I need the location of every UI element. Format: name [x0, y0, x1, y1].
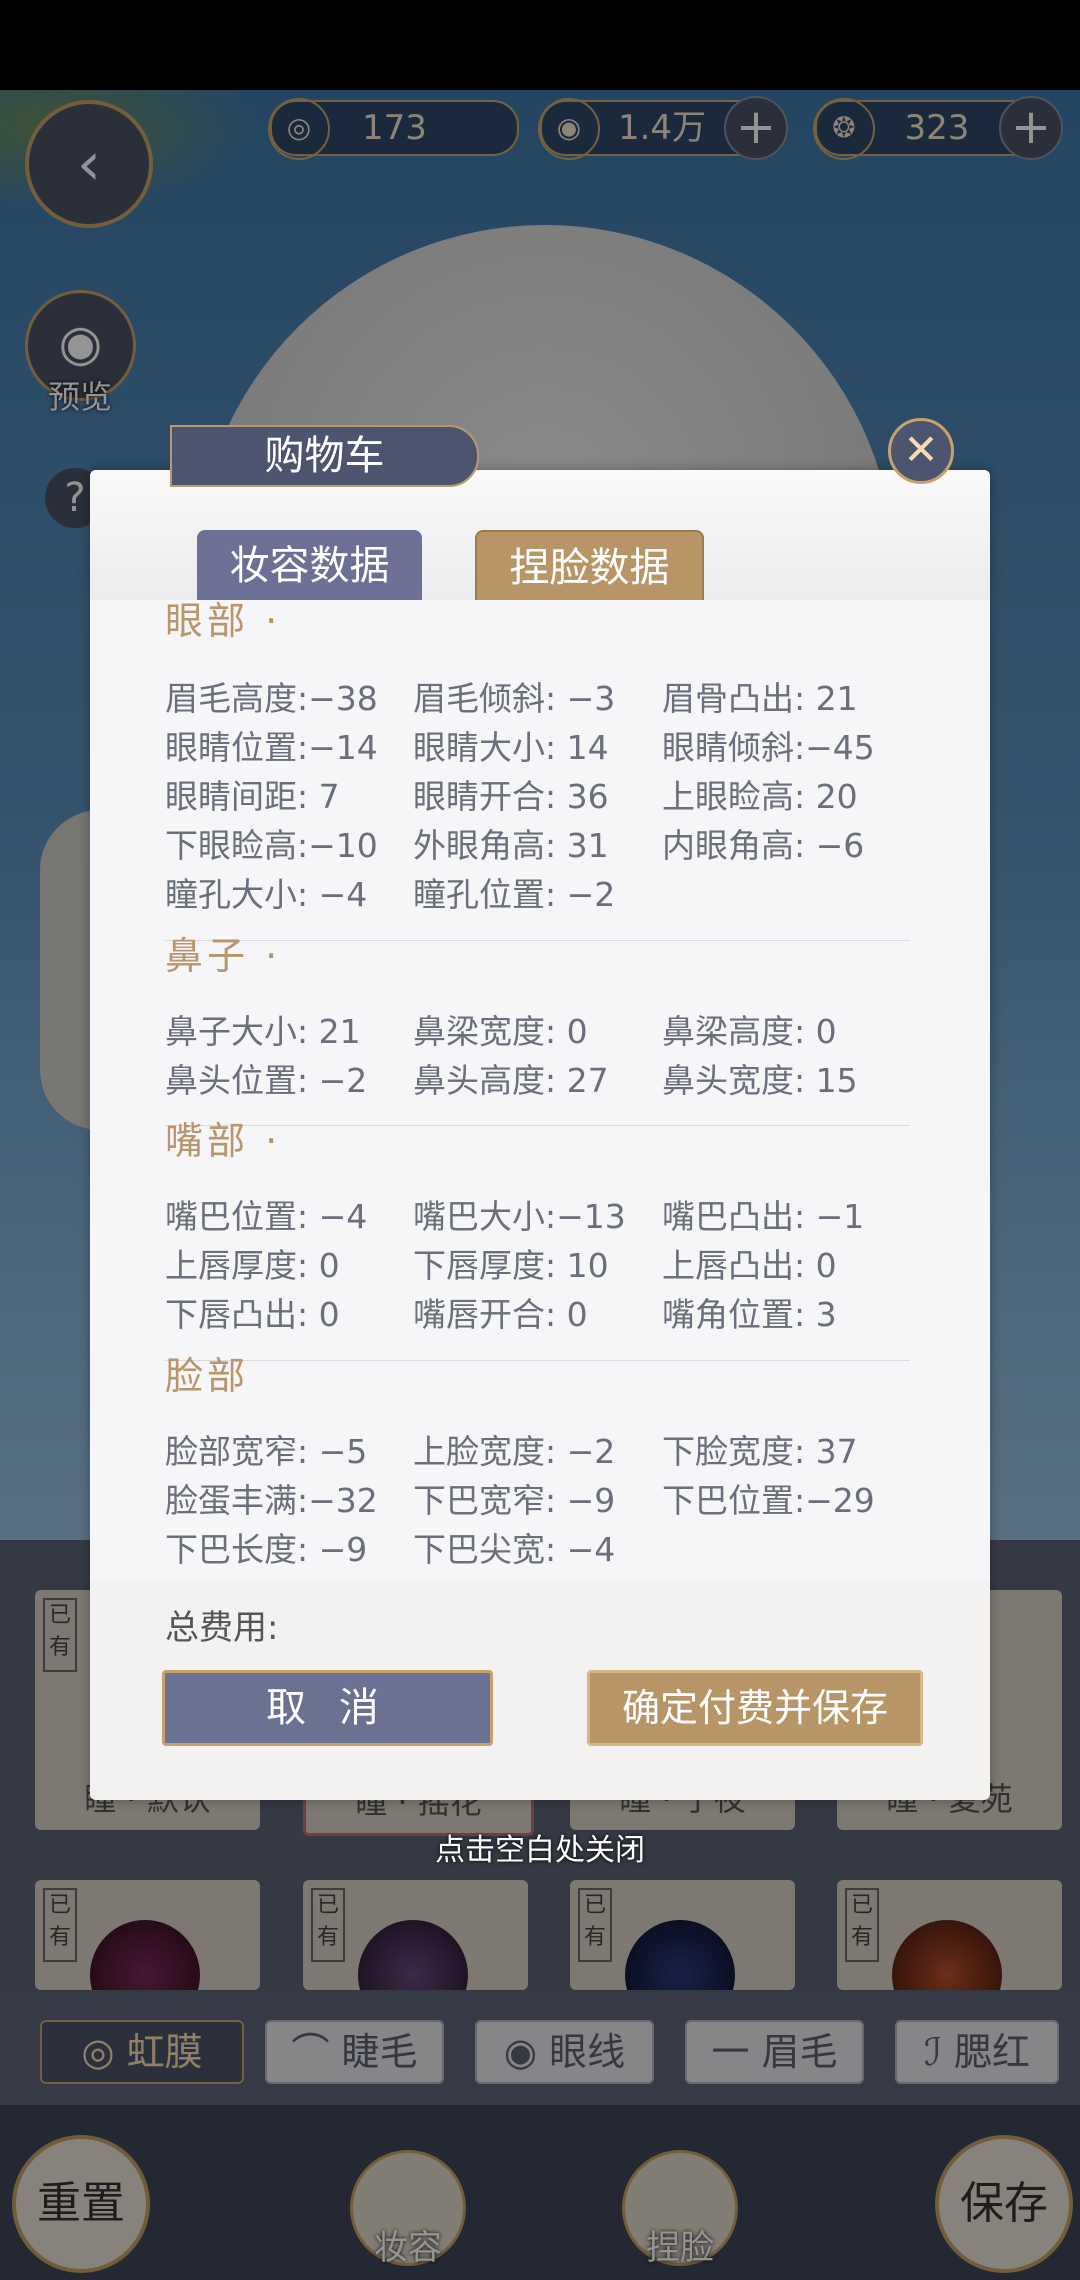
param-item: 眼睛倾斜:−45 — [662, 728, 875, 767]
confirm-pay-save-button[interactable]: 确定付费并保存 — [587, 1670, 923, 1746]
param-item: 眼睛开合: 36 — [413, 777, 609, 816]
param-item: 瞳孔位置: −2 — [413, 875, 616, 914]
param-item: 下巴位置:−29 — [662, 1481, 875, 1520]
param-item: 嘴巴凸出: −1 — [662, 1197, 865, 1236]
param-item: 眉毛倾斜: −3 — [413, 679, 616, 718]
section-title-mouth: 嘴部 · — [165, 1119, 282, 1163]
param-item: 下巴尖宽: −4 — [413, 1530, 616, 1569]
param-item: 内眼角高: −6 — [662, 826, 865, 865]
param-item: 眉骨凸出: 21 — [662, 679, 858, 718]
param-item: 鼻头位置: −2 — [165, 1061, 368, 1100]
param-item: 上唇厚度: 0 — [165, 1246, 340, 1285]
param-item: 眼睛位置:−14 — [165, 728, 378, 767]
param-item: 下唇厚度: 10 — [413, 1246, 609, 1285]
param-item: 外眼角高: 31 — [413, 826, 609, 865]
section-title-eyes: 眼部 · — [165, 599, 282, 643]
param-item: 脸蛋丰满:−32 — [165, 1481, 378, 1520]
param-item: 嘴巴位置: −4 — [165, 1197, 368, 1236]
param-item: 下巴长度: −9 — [165, 1530, 368, 1569]
tab-face-data[interactable]: 捏脸数据 — [475, 530, 704, 606]
param-item: 上脸宽度: −2 — [413, 1432, 616, 1471]
close-button[interactable]: ✕ — [888, 418, 954, 484]
section-title-face: 脸部 — [165, 1354, 250, 1398]
param-item: 鼻子大小: 21 — [165, 1012, 361, 1051]
tap-blank-to-close-hint: 点击空白处关闭 — [435, 1833, 645, 1868]
param-item: 嘴唇开合: 0 — [413, 1295, 588, 1334]
close-icon: ✕ — [903, 425, 939, 474]
param-item: 上眼睑高: 20 — [662, 777, 858, 816]
cart-content: 眼部 · 眉毛高度:−38 眉毛倾斜: −3 眉骨凸出: 21 眼睛位置:−14… — [90, 599, 990, 1580]
param-item: 嘴巴大小:−13 — [413, 1197, 626, 1236]
param-item: 瞳孔大小: −4 — [165, 875, 368, 914]
param-item: 嘴角位置: 3 — [662, 1295, 837, 1334]
param-item: 鼻头宽度: 15 — [662, 1061, 858, 1100]
dialog-title: 购物车 — [170, 425, 479, 487]
param-item: 下眼睑高:−10 — [165, 826, 378, 865]
shopping-cart-dialog: 妆容数据 捏脸数据 眼部 · 眉毛高度:−38 眉毛倾斜: −3 眉骨凸出: 2… — [90, 470, 990, 1800]
divider — [165, 1360, 910, 1361]
param-item: 下唇凸出: 0 — [165, 1295, 340, 1334]
param-item: 眼睛间距: 7 — [165, 777, 340, 816]
param-item: 眼睛大小: 14 — [413, 728, 609, 767]
param-item: 下巴宽窄: −9 — [413, 1481, 616, 1520]
param-item: 眉毛高度:−38 — [165, 679, 378, 718]
param-item: 上唇凸出: 0 — [662, 1246, 837, 1285]
param-item: 脸部宽窄: −5 — [165, 1432, 368, 1471]
section-title-nose: 鼻子 · — [165, 934, 282, 978]
cancel-button[interactable]: 取 消 — [162, 1670, 493, 1746]
param-item: 鼻梁高度: 0 — [662, 1012, 837, 1051]
param-item: 鼻头高度: 27 — [413, 1061, 609, 1100]
param-item: 下脸宽度: 37 — [662, 1432, 858, 1471]
param-item: 鼻梁宽度: 0 — [413, 1012, 588, 1051]
total-fee-label: 总费用: — [165, 1608, 279, 1648]
